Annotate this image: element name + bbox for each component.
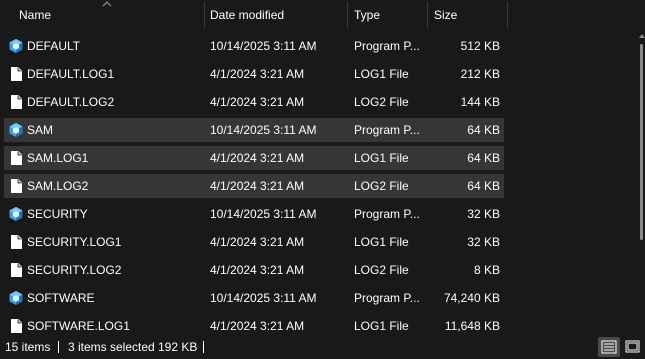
file-size: 64 KB bbox=[467, 179, 500, 193]
file-name: DEFAULT bbox=[27, 39, 81, 53]
file-row[interactable]: DEFAULT.LOG1 4/1/2024 3:21 AM LOG1 File 212… bbox=[4, 62, 504, 86]
file-date-modified: 10/14/2025 3:11 AM bbox=[210, 291, 317, 305]
file-type: LOG1 File bbox=[354, 319, 409, 333]
column-header-size[interactable]: Size bbox=[428, 0, 507, 30]
file-type: LOG1 File bbox=[354, 67, 409, 81]
file-type: Program P... bbox=[354, 39, 420, 53]
document-file-icon bbox=[11, 179, 22, 193]
file-type: LOG1 File bbox=[354, 151, 409, 165]
file-size: 74,240 KB bbox=[443, 291, 500, 305]
item-count: 15 items bbox=[5, 340, 51, 354]
file-type: Program P... bbox=[354, 291, 420, 305]
file-type: Program P... bbox=[354, 123, 420, 137]
file-date-modified: 10/14/2025 3:11 AM bbox=[210, 207, 317, 221]
file-name: SECURITY.LOG1 bbox=[27, 235, 122, 249]
program-file-icon bbox=[9, 39, 23, 53]
file-type: LOG2 File bbox=[354, 263, 409, 277]
status-divider bbox=[58, 341, 59, 353]
document-file-icon bbox=[11, 235, 22, 249]
file-size: 512 KB bbox=[460, 39, 500, 53]
file-row[interactable]: SAM.LOG2 4/1/2024 3:21 AM LOG2 File 64 KB bbox=[4, 174, 504, 198]
file-row[interactable]: SAM.LOG1 4/1/2024 3:21 AM LOG1 File 64 KB bbox=[4, 146, 504, 170]
file-row[interactable]: SECURITY.LOG2 4/1/2024 3:21 AM LOG2 File 8 … bbox=[4, 258, 504, 282]
file-type: LOG1 File bbox=[354, 235, 409, 249]
status-bar: 15 items 3 items selected 192 KB bbox=[0, 335, 645, 359]
file-size: 8 KB bbox=[473, 263, 500, 277]
selected-size: 192 KB bbox=[158, 340, 198, 354]
file-size: 64 KB bbox=[467, 123, 500, 137]
file-row[interactable]: DEFAULT 10/14/2025 3:11 AM Program P... 512… bbox=[4, 34, 504, 58]
large-icons-view-button[interactable] bbox=[621, 337, 643, 357]
column-header-bar: Name Date modified Type Size bbox=[0, 0, 645, 30]
file-name: SOFTWARE bbox=[27, 291, 95, 305]
file-name: SAM.LOG1 bbox=[27, 151, 89, 165]
file-name: SOFTWARE.LOG1 bbox=[27, 319, 130, 333]
file-size: 144 KB bbox=[460, 95, 500, 109]
file-date-modified: 10/14/2025 3:11 AM bbox=[210, 39, 317, 53]
file-type: Program P... bbox=[354, 207, 420, 221]
file-type: LOG2 File bbox=[354, 179, 409, 193]
document-file-icon bbox=[11, 67, 22, 81]
large-icons-view-icon bbox=[625, 340, 640, 353]
file-name: DEFAULT.LOG1 bbox=[27, 67, 115, 81]
vertical-scrollbar[interactable] bbox=[638, 30, 645, 335]
file-name: SAM bbox=[27, 123, 54, 137]
file-size: 212 KB bbox=[460, 67, 500, 81]
file-size: 32 KB bbox=[467, 207, 500, 221]
column-header-name[interactable]: Name bbox=[13, 0, 203, 30]
file-row[interactable]: SOFTWARE 10/14/2025 3:11 AM Program P... 74… bbox=[4, 286, 504, 310]
program-file-icon bbox=[9, 207, 23, 221]
file-size: 64 KB bbox=[467, 151, 500, 165]
status-divider bbox=[203, 341, 204, 353]
file-size: 32 KB bbox=[467, 235, 500, 249]
file-row[interactable]: SOFTWARE.LOG1 4/1/2024 3:21 AM LOG1 File 11… bbox=[4, 314, 504, 335]
details-view-icon bbox=[601, 340, 617, 354]
file-date-modified: 4/1/2024 3:21 AM bbox=[210, 95, 305, 109]
file-type: LOG2 File bbox=[354, 95, 409, 109]
document-file-icon bbox=[11, 95, 22, 109]
details-view-button[interactable] bbox=[598, 337, 620, 357]
column-header-type[interactable]: Type bbox=[348, 0, 427, 30]
file-name: SAM.LOG2 bbox=[27, 179, 89, 193]
file-date-modified: 4/1/2024 3:21 AM bbox=[210, 319, 305, 333]
file-date-modified: 4/1/2024 3:21 AM bbox=[210, 67, 305, 81]
file-date-modified: 4/1/2024 3:21 AM bbox=[210, 179, 305, 193]
file-name: SECURITY bbox=[27, 207, 88, 221]
file-date-modified: 4/1/2024 3:21 AM bbox=[210, 263, 305, 277]
file-row[interactable]: SECURITY 10/14/2025 3:11 AM Program P... 32… bbox=[4, 202, 504, 226]
file-row[interactable]: DEFAULT.LOG2 4/1/2024 3:21 AM LOG2 File 144… bbox=[4, 90, 504, 114]
program-file-icon bbox=[9, 123, 23, 137]
scroll-up-arrow-icon[interactable] bbox=[639, 34, 645, 38]
file-date-modified: 10/14/2025 3:11 AM bbox=[210, 123, 317, 137]
file-row[interactable]: SECURITY.LOG1 4/1/2024 3:21 AM LOG1 File 32… bbox=[4, 230, 504, 254]
document-file-icon bbox=[11, 319, 22, 333]
file-row[interactable]: SAM 10/14/2025 3:11 AM Program P... 64 KB bbox=[4, 118, 504, 142]
column-divider[interactable] bbox=[507, 2, 508, 28]
selected-count: 3 items selected bbox=[68, 340, 155, 354]
file-list: DEFAULT 10/14/2025 3:11 AM Program P... 512… bbox=[0, 32, 640, 335]
file-date-modified: 4/1/2024 3:21 AM bbox=[210, 151, 305, 165]
file-size: 11,648 KB bbox=[444, 319, 500, 333]
file-name: SECURITY.LOG2 bbox=[27, 263, 122, 277]
program-file-icon bbox=[9, 291, 23, 305]
file-date-modified: 4/1/2024 3:21 AM bbox=[210, 235, 305, 249]
column-header-date-modified[interactable]: Date modified bbox=[204, 0, 347, 30]
scrollbar-thumb[interactable] bbox=[640, 44, 643, 240]
document-file-icon bbox=[11, 151, 22, 165]
file-name: DEFAULT.LOG2 bbox=[27, 95, 115, 109]
document-file-icon bbox=[11, 263, 22, 277]
